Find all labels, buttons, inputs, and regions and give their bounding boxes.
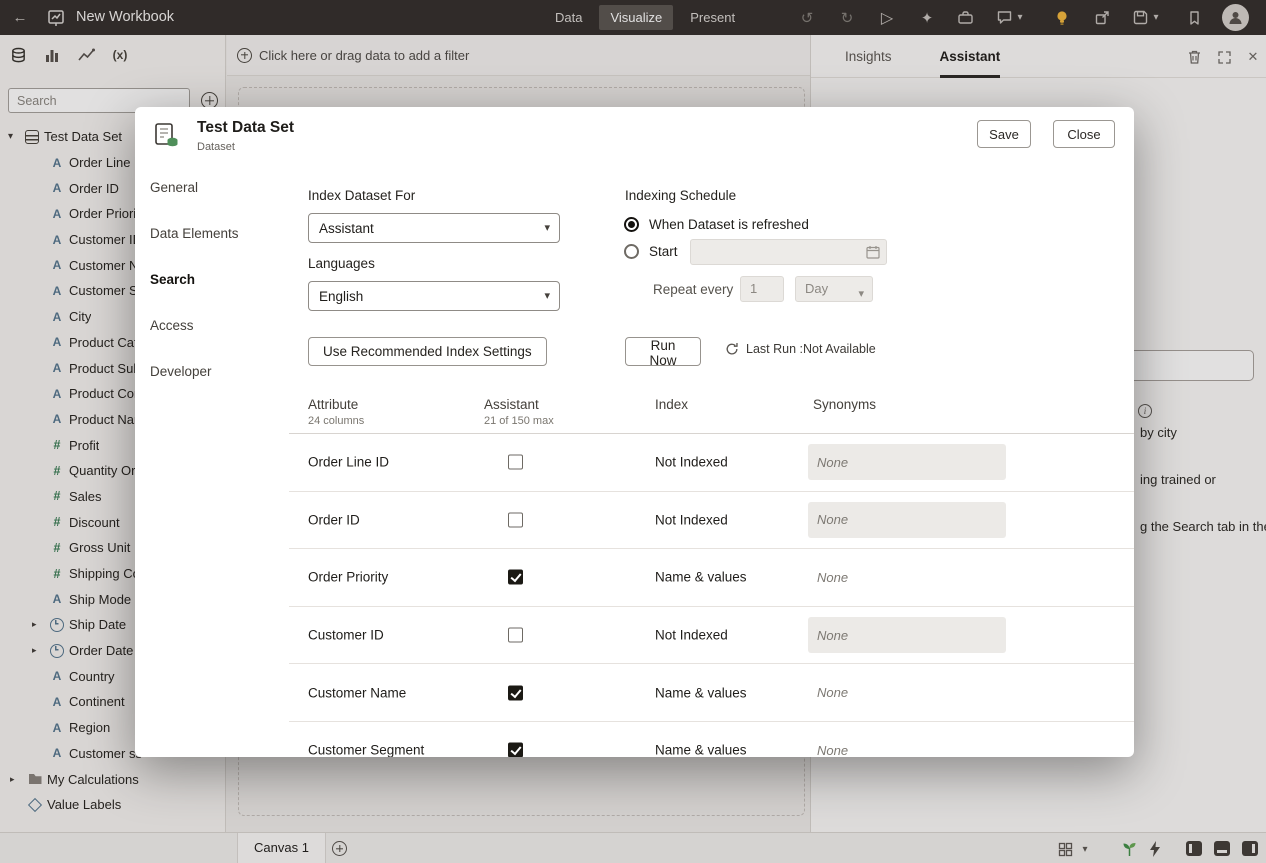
- column-header-assistant: Assistant: [484, 397, 539, 412]
- last-run-text: Last Run :Not Available: [746, 342, 876, 356]
- dialog-nav-item[interactable]: Data Elements: [150, 211, 280, 257]
- repeat-interval-input: 1: [740, 276, 784, 302]
- index-status: Name & values: [655, 743, 747, 757]
- synonyms-placeholder: None: [817, 455, 848, 470]
- run-now-button[interactable]: Run Now: [625, 337, 701, 366]
- attribute-row: Customer Segment Name & values None: [289, 722, 1134, 757]
- start-radio[interactable]: [624, 244, 639, 259]
- attribute-name: Order ID: [308, 512, 360, 527]
- assistant-checkbox[interactable]: [508, 455, 523, 470]
- attribute-row: Customer Name Name & values None: [289, 664, 1134, 722]
- assistant-checkbox[interactable]: [508, 628, 523, 643]
- attributes-table: Order Line ID Not Indexed None Order ID …: [289, 433, 1134, 757]
- start-label: Start: [649, 244, 678, 259]
- column-subheader-attribute: 24 columns: [308, 415, 364, 427]
- index-status: Not Indexed: [655, 628, 728, 643]
- assistant-checkbox[interactable]: [508, 570, 523, 585]
- synonyms-placeholder: None: [817, 743, 848, 757]
- attribute-row: Order Priority Name & values None: [289, 549, 1134, 607]
- synonyms-placeholder: None: [817, 570, 848, 585]
- index-status: Not Indexed: [655, 512, 728, 527]
- languages-label: Languages: [308, 256, 375, 271]
- last-run-status: Last Run :Not Available: [725, 342, 876, 356]
- dialog-title: Test Data Set: [197, 119, 294, 137]
- index-dataset-for-select[interactable]: Assistant ▾: [308, 213, 560, 243]
- assistant-checkbox[interactable]: [508, 743, 523, 757]
- index-status: Name & values: [655, 570, 747, 585]
- assistant-checkbox[interactable]: [508, 685, 523, 700]
- column-header-index: Index: [655, 397, 688, 412]
- repeat-unit-value: Day: [805, 281, 828, 296]
- synonyms-field[interactable]: None: [808, 444, 1006, 480]
- dialog-nav: GeneralData ElementsSearchAccessDevelope…: [150, 165, 280, 395]
- attribute-name: Customer Segment: [308, 743, 424, 757]
- synonyms-field[interactable]: None: [808, 502, 1006, 538]
- synonyms-field[interactable]: None: [808, 617, 1006, 653]
- attribute-name: Order Priority: [308, 570, 388, 585]
- attribute-row: Order ID Not Indexed None: [289, 492, 1134, 550]
- when-refreshed-label: When Dataset is refreshed: [649, 217, 809, 232]
- dialog-nav-item[interactable]: Developer: [150, 349, 280, 395]
- use-recommended-settings-button[interactable]: Use Recommended Index Settings: [308, 337, 547, 366]
- attribute-name: Order Line ID: [308, 455, 389, 470]
- attribute-name: Customer ID: [308, 628, 384, 643]
- languages-value: English: [319, 289, 363, 304]
- dialog-nav-item[interactable]: General: [150, 165, 280, 211]
- close-button[interactable]: Close: [1053, 120, 1115, 148]
- attribute-row: Order Line ID Not Indexed None: [289, 434, 1134, 492]
- dataset-icon: [152, 121, 180, 149]
- save-button[interactable]: Save: [977, 120, 1031, 148]
- synonyms-field[interactable]: None: [808, 559, 1006, 595]
- indexing-schedule-label: Indexing Schedule: [625, 188, 736, 203]
- index-status: Name & values: [655, 685, 747, 700]
- synonyms-placeholder: None: [817, 512, 848, 527]
- calendar-icon: [866, 245, 880, 259]
- index-status: Not Indexed: [655, 455, 728, 470]
- chevron-down-icon: ▾: [858, 282, 864, 306]
- start-date-input: [690, 239, 887, 265]
- chevron-down-icon: ▾: [544, 289, 550, 302]
- index-dataset-for-label: Index Dataset For: [308, 188, 415, 203]
- languages-select[interactable]: English ▾: [308, 281, 560, 311]
- synonyms-field[interactable]: None: [808, 675, 1006, 711]
- dialog-nav-item[interactable]: Search: [150, 257, 280, 303]
- column-header-attribute: Attribute: [308, 397, 358, 412]
- column-header-synonyms: Synonyms: [813, 397, 876, 412]
- refresh-option-row: When Dataset is refreshed: [624, 217, 809, 232]
- assistant-checkbox[interactable]: [508, 512, 523, 527]
- index-dataset-for-value: Assistant: [319, 221, 374, 236]
- column-subheader-assistant: 21 of 150 max: [484, 415, 554, 427]
- dataset-inspector-dialog: Test Data Set Dataset Save Close General…: [135, 107, 1134, 757]
- app-screen: ← New Workbook DataVisualizePresent ↺ ↻ …: [0, 0, 1266, 863]
- refresh-history-icon: [725, 342, 739, 356]
- synonyms-placeholder: None: [817, 685, 848, 700]
- start-option-row: Start: [624, 244, 678, 259]
- repeat-unit-select: Day ▾: [795, 276, 873, 302]
- chevron-down-icon: ▾: [544, 221, 550, 234]
- repeat-every-label: Repeat every: [653, 282, 733, 297]
- dialog-nav-item[interactable]: Access: [150, 303, 280, 349]
- dialog-subtitle: Dataset: [197, 141, 235, 153]
- synonyms-placeholder: None: [817, 628, 848, 643]
- synonyms-field[interactable]: None: [808, 732, 1006, 757]
- when-refreshed-radio[interactable]: [624, 217, 639, 232]
- attribute-name: Customer Name: [308, 685, 406, 700]
- attribute-row: Customer ID Not Indexed None: [289, 607, 1134, 665]
